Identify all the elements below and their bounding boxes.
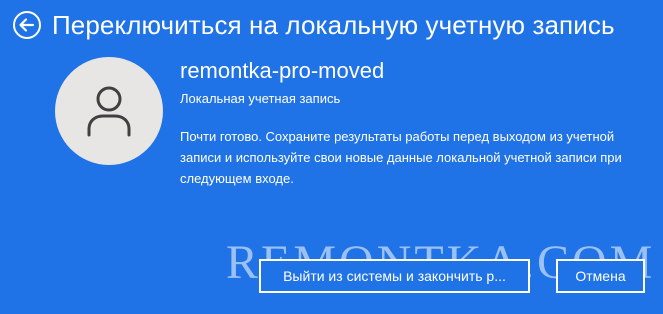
avatar — [55, 57, 163, 165]
page-title: Переключиться на локальную учетную запис… — [52, 10, 615, 40]
user-icon — [87, 86, 131, 137]
sign-out-and-finish-button[interactable]: Выйти из системы и закончить р... — [259, 259, 530, 293]
switch-to-local-account-page: Переключиться на локальную учетную запис… — [0, 0, 663, 314]
arrow-left-circle-icon — [13, 11, 41, 39]
back-button[interactable] — [12, 10, 42, 40]
cancel-button[interactable]: Отмена — [556, 259, 645, 293]
info-message: Почти готово. Сохраните результаты работ… — [180, 129, 622, 186]
account-type-label: Локальная учетная запись — [180, 91, 341, 106]
account-username: remontka-pro-moved — [180, 58, 385, 83]
